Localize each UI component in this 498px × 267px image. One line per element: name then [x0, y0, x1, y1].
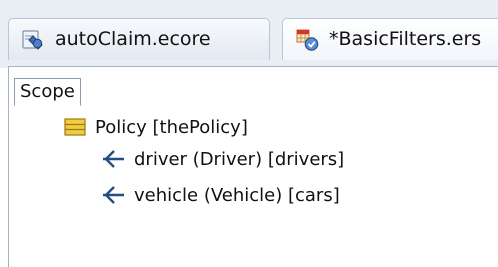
tree-item-vehicle[interactable]: vehicle (Vehicle) [cars]: [101, 181, 340, 209]
tree-item-label: driver (Driver) [drivers]: [134, 148, 345, 170]
reference-icon: [103, 150, 124, 168]
tree-item-label: vehicle (Vehicle) [cars]: [134, 184, 340, 206]
model-editor: autoClaim.ecore *BasicFilters.ers Scope …: [0, 0, 498, 267]
class-icon: [64, 118, 86, 136]
tab-label: *BasicFilters.ers: [329, 28, 482, 50]
tree-item-label: Policy [thePolicy]: [95, 116, 248, 138]
tab-basicfilters-ers[interactable]: *BasicFilters.ers: [282, 18, 498, 60]
reference-icon: [103, 186, 124, 204]
tab-label: autoClaim.ecore: [55, 28, 211, 50]
filters-editor-icon: [296, 29, 319, 51]
tab-scope[interactable]: Scope: [14, 78, 81, 106]
editor-tab-strip: autoClaim.ecore *BasicFilters.ers: [0, 0, 498, 68]
ecore-model-icon: [22, 29, 43, 50]
tab-autoclaim-ecore[interactable]: autoClaim.ecore: [8, 18, 270, 60]
tree-item-driver[interactable]: driver (Driver) [drivers]: [101, 145, 344, 173]
tree-item-policy[interactable]: Policy [thePolicy]: [64, 113, 248, 141]
